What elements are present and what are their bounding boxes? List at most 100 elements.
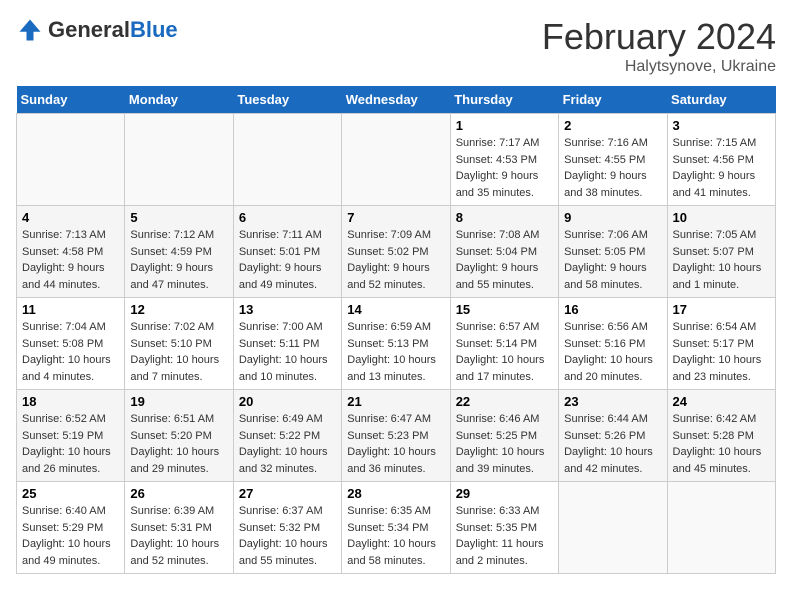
title-block: February 2024 Halytsynove, Ukraine [542,16,776,76]
day-number: 12 [130,302,227,317]
day-number: 20 [239,394,336,409]
week-row-3: 11 Sunrise: 7:04 AM Sunset: 5:08 PM Dayli… [17,298,776,390]
week-row-4: 18Sunrise: 6:52 AM Sunset: 5:19 PM Dayli… [17,390,776,482]
day-number: 23 [564,394,661,409]
day-number: 17 [673,302,770,317]
day-number: 8 [456,210,553,225]
calendar-cell: 24 Sunrise: 6:42 AM Sunset: 5:28 PM Dayli… [667,390,775,482]
logo: GeneralBlue [16,16,178,44]
day-info: Sunrise: 6:51 AM Sunset: 5:20 PM Dayligh… [130,411,227,477]
day-header-sunday: Sunday [17,86,125,114]
calendar-cell: 28 Sunrise: 6:35 AM Sunset: 5:34 PM Dayli… [342,482,450,574]
day-header-monday: Monday [125,86,233,114]
calendar-cell [125,114,233,206]
day-info: Sunrise: 6:54 AM Sunset: 5:17 PM Dayligh… [673,319,770,385]
calendar-cell: 2 Sunrise: 7:16 AM Sunset: 4:55 PM Daylig… [559,114,667,206]
day-number: 2 [564,118,661,133]
day-number: 15 [456,302,553,317]
day-number: 4 [22,210,119,225]
day-number: 22 [456,394,553,409]
day-number: 28 [347,486,444,501]
day-number: 5 [130,210,227,225]
logo-icon [16,16,44,44]
calendar-cell: 18Sunrise: 6:52 AM Sunset: 5:19 PM Dayli… [17,390,125,482]
calendar-cell: 14Sunrise: 6:59 AM Sunset: 5:13 PM Dayli… [342,298,450,390]
day-number: 18 [22,394,119,409]
day-info: Sunrise: 7:13 AM Sunset: 4:58 PM Dayligh… [22,227,119,293]
calendar-cell: 26 Sunrise: 6:39 AM Sunset: 5:31 PM Dayli… [125,482,233,574]
calendar-cell: 6 Sunrise: 7:11 AM Sunset: 5:01 PM Daylig… [233,206,341,298]
calendar-cell: 16 Sunrise: 6:56 AM Sunset: 5:16 PM Dayli… [559,298,667,390]
calendar-cell [667,482,775,574]
calendar-cell: 15 Sunrise: 6:57 AM Sunset: 5:14 PM Dayli… [450,298,558,390]
calendar-cell: 8 Sunrise: 7:08 AM Sunset: 5:04 PM Daylig… [450,206,558,298]
day-info: Sunrise: 6:59 AM Sunset: 5:13 PM Dayligh… [347,319,444,385]
calendar-cell: 4 Sunrise: 7:13 AM Sunset: 4:58 PM Daylig… [17,206,125,298]
calendar-header-row: SundayMondayTuesdayWednesdayThursdayFrid… [17,86,776,114]
day-number: 3 [673,118,770,133]
day-number: 24 [673,394,770,409]
day-number: 10 [673,210,770,225]
day-info: Sunrise: 6:57 AM Sunset: 5:14 PM Dayligh… [456,319,553,385]
day-info: Sunrise: 7:04 AM Sunset: 5:08 PM Dayligh… [22,319,119,385]
location-title: Halytsynove, Ukraine [542,58,776,76]
day-info: Sunrise: 7:08 AM Sunset: 5:04 PM Dayligh… [456,227,553,293]
calendar-cell: 10 Sunrise: 7:05 AM Sunset: 5:07 PM Dayli… [667,206,775,298]
day-info: Sunrise: 7:16 AM Sunset: 4:55 PM Dayligh… [564,135,661,201]
day-number: 29 [456,486,553,501]
day-info: Sunrise: 6:49 AM Sunset: 5:22 PM Dayligh… [239,411,336,477]
day-info: Sunrise: 6:42 AM Sunset: 5:28 PM Dayligh… [673,411,770,477]
calendar-cell: 21 Sunrise: 6:47 AM Sunset: 5:23 PM Dayli… [342,390,450,482]
day-info: Sunrise: 7:12 AM Sunset: 4:59 PM Dayligh… [130,227,227,293]
calendar-cell: 9Sunrise: 7:06 AM Sunset: 5:05 PM Daylig… [559,206,667,298]
day-number: 27 [239,486,336,501]
day-number: 11 [22,302,119,317]
calendar-cell: 7 Sunrise: 7:09 AM Sunset: 5:02 PM Daylig… [342,206,450,298]
day-number: 16 [564,302,661,317]
day-info: Sunrise: 7:00 AM Sunset: 5:11 PM Dayligh… [239,319,336,385]
day-number: 19 [130,394,227,409]
calendar-cell: 11 Sunrise: 7:04 AM Sunset: 5:08 PM Dayli… [17,298,125,390]
day-info: Sunrise: 7:11 AM Sunset: 5:01 PM Dayligh… [239,227,336,293]
calendar-cell [233,114,341,206]
month-title: February 2024 [542,16,776,58]
calendar-cell [17,114,125,206]
day-header-saturday: Saturday [667,86,775,114]
day-info: Sunrise: 7:05 AM Sunset: 5:07 PM Dayligh… [673,227,770,293]
day-info: Sunrise: 6:35 AM Sunset: 5:34 PM Dayligh… [347,503,444,569]
day-number: 7 [347,210,444,225]
day-info: Sunrise: 6:56 AM Sunset: 5:16 PM Dayligh… [564,319,661,385]
week-row-2: 4 Sunrise: 7:13 AM Sunset: 4:58 PM Daylig… [17,206,776,298]
logo-general-text: General [48,17,130,42]
day-info: Sunrise: 6:37 AM Sunset: 5:32 PM Dayligh… [239,503,336,569]
logo-blue-text: Blue [130,17,178,42]
day-number: 26 [130,486,227,501]
day-info: Sunrise: 6:39 AM Sunset: 5:31 PM Dayligh… [130,503,227,569]
week-row-1: 1Sunrise: 7:17 AM Sunset: 4:53 PM Daylig… [17,114,776,206]
day-header-friday: Friday [559,86,667,114]
day-info: Sunrise: 6:47 AM Sunset: 5:23 PM Dayligh… [347,411,444,477]
day-info: Sunrise: 6:44 AM Sunset: 5:26 PM Dayligh… [564,411,661,477]
day-number: 13 [239,302,336,317]
day-info: Sunrise: 7:02 AM Sunset: 5:10 PM Dayligh… [130,319,227,385]
calendar-cell: 17 Sunrise: 6:54 AM Sunset: 5:17 PM Dayli… [667,298,775,390]
page-header: GeneralBlue February 2024 Halytsynove, U… [16,16,776,76]
day-number: 9 [564,210,661,225]
calendar-cell: 25 Sunrise: 6:40 AM Sunset: 5:29 PM Dayli… [17,482,125,574]
day-number: 6 [239,210,336,225]
calendar-table: SundayMondayTuesdayWednesdayThursdayFrid… [16,86,776,574]
calendar-cell: 20 Sunrise: 6:49 AM Sunset: 5:22 PM Dayli… [233,390,341,482]
day-info: Sunrise: 7:17 AM Sunset: 4:53 PM Dayligh… [456,135,553,201]
calendar-cell [559,482,667,574]
calendar-cell: 19 Sunrise: 6:51 AM Sunset: 5:20 PM Dayli… [125,390,233,482]
day-info: Sunrise: 6:40 AM Sunset: 5:29 PM Dayligh… [22,503,119,569]
calendar-cell: 3Sunrise: 7:15 AM Sunset: 4:56 PM Daylig… [667,114,775,206]
calendar-cell [342,114,450,206]
day-info: Sunrise: 7:09 AM Sunset: 5:02 PM Dayligh… [347,227,444,293]
calendar-cell: 12 Sunrise: 7:02 AM Sunset: 5:10 PM Dayli… [125,298,233,390]
day-header-tuesday: Tuesday [233,86,341,114]
calendar-cell: 23 Sunrise: 6:44 AM Sunset: 5:26 PM Dayli… [559,390,667,482]
calendar-cell: 29Sunrise: 6:33 AM Sunset: 5:35 PM Dayli… [450,482,558,574]
day-number: 25 [22,486,119,501]
day-number: 21 [347,394,444,409]
